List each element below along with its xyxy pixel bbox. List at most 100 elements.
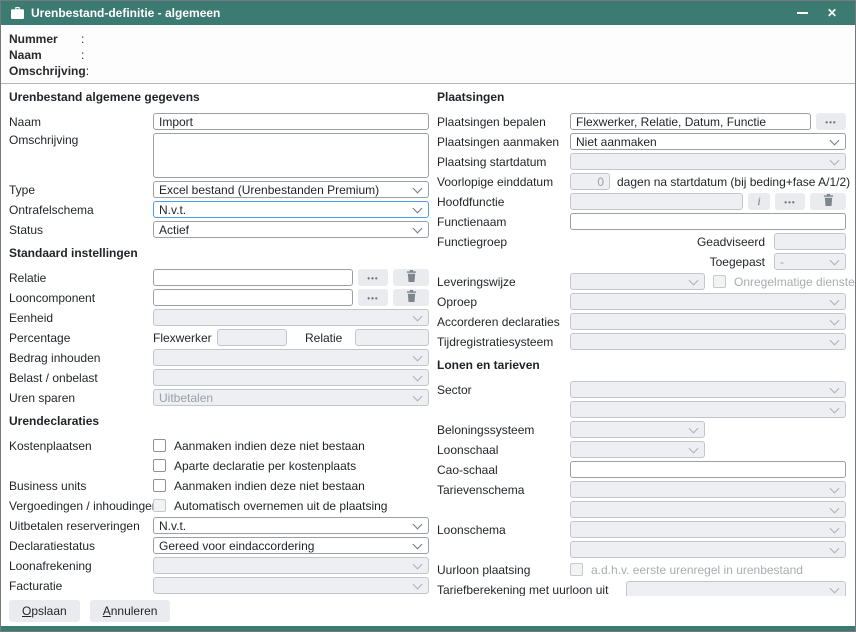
status-select[interactable]: Actief [153, 221, 429, 238]
tarievenschema-secondary-select[interactable] [570, 501, 846, 518]
field-tijdregistratiesysteem: Tijdregistratiesysteem [437, 333, 846, 350]
functienaam-input[interactable] [570, 213, 846, 230]
beloningssysteem-label: Beloningssysteem [437, 423, 570, 437]
voorlopige-einddatum-label: Voorlopige einddatum [437, 175, 570, 189]
chevron-down-icon [413, 223, 423, 233]
ellipsis-icon: ••• [367, 274, 378, 283]
chevron-down-icon [413, 351, 423, 361]
chevron-down-icon [830, 523, 840, 533]
uitbetalen-reserveringen-select[interactable]: N.v.t. [153, 517, 429, 534]
leveringswijze-select[interactable] [570, 273, 705, 290]
plaatsingen-aanmaken-select[interactable]: Niet aanmaken [570, 133, 846, 150]
plaatsing-startdatum-label: Plaatsing startdatum [437, 155, 570, 169]
nummer-separator: : [81, 32, 91, 46]
looncomponent-input[interactable] [153, 289, 353, 306]
field-hoofdfunctie: Hoofdfunctie i ••• [437, 193, 846, 210]
aparte-declaratie-checkbox[interactable] [153, 459, 166, 472]
loonafrekening-label: Loonafrekening [9, 559, 153, 573]
field-loonschema: Loonschema [437, 521, 846, 538]
sector-secondary-select[interactable] [570, 401, 846, 418]
toegepast-select-value: - [780, 255, 825, 269]
functiegroep-label: Functiegroep [437, 235, 570, 249]
loonafrekening-select[interactable] [153, 557, 429, 574]
belast-onbelast-select[interactable] [153, 369, 429, 386]
field-business-units: Business units Aanmaken indien deze niet… [9, 477, 429, 494]
accorderen-declaraties-select[interactable] [570, 313, 846, 330]
chevron-down-icon [830, 483, 840, 493]
plaatsingen-bepalen-browse-button[interactable]: ••• [816, 113, 846, 130]
chevron-down-icon [413, 183, 423, 193]
facturatie-label: Facturatie [9, 579, 153, 593]
close-button[interactable]: ✕ [817, 1, 847, 25]
eenheid-label: Eenheid [9, 311, 153, 325]
type-select[interactable]: Excel bestand (Urenbestanden Premium) [153, 181, 429, 198]
cao-schaal-input[interactable] [570, 461, 846, 478]
relatie-browse-button[interactable]: ••• [358, 269, 388, 286]
ontrafelschema-select[interactable]: N.v.t. [153, 201, 429, 218]
eenheid-select[interactable] [153, 309, 429, 326]
uurloon-plaatsing-label: Uurloon plaatsing [437, 563, 570, 577]
geadviseerd-input[interactable] [774, 233, 846, 250]
loonschaal-label: Loonschaal [437, 443, 570, 457]
hoofdfunctie-browse-button[interactable]: ••• [775, 193, 805, 210]
aparte-declaratie-checkbox-label: Aparte declaratie per kostenplaats [174, 459, 356, 473]
field-vergoedingen: Vergoedingen / inhoudingen Automatisch o… [9, 497, 429, 514]
functiegroep-toegepast-fields: Toegepast - [570, 253, 846, 270]
dialog-body: Urenbestand algemene gegevens Naam Impor… [1, 84, 855, 596]
voorlopige-einddatum-input[interactable]: 0 [570, 173, 610, 190]
kostenplaatsen-aanmaken-checkbox[interactable] [153, 439, 166, 452]
cancel-button[interactable]: Annuleren [90, 600, 171, 622]
toegepast-select[interactable]: - [774, 253, 846, 270]
relatie-clear-button[interactable] [393, 269, 429, 286]
tijdregistratiesysteem-select[interactable] [570, 333, 846, 350]
functiegroep-geadviseerd-fields: Geadviseerd [570, 233, 846, 250]
chevron-down-icon [689, 275, 699, 285]
hoofdfunctie-input[interactable] [570, 193, 743, 210]
percentage-flexwerker-input[interactable] [217, 329, 287, 346]
plaatsing-startdatum-select[interactable] [570, 153, 846, 170]
naam-label: Naam [9, 115, 153, 129]
chevron-down-icon [830, 335, 840, 345]
loonschaal-select[interactable] [570, 441, 705, 458]
hoofdfunctie-info-button[interactable]: i [748, 193, 770, 210]
uitbetalen-reserveringen-select-value: N.v.t. [159, 519, 408, 533]
naam-input-value: Import [159, 115, 423, 129]
button-bar: Opslaan Annuleren [1, 596, 855, 626]
uurloon-plaatsing-checkbox[interactable] [570, 563, 583, 576]
facturatie-select[interactable] [153, 577, 429, 594]
sector-select[interactable] [570, 381, 846, 398]
business-units-aanmaken-checkbox[interactable] [153, 479, 166, 492]
save-button[interactable]: Opslaan [9, 600, 80, 622]
looncomponent-label: Looncomponent [9, 291, 153, 305]
onregelmatige-diensten-checkbox[interactable] [713, 275, 726, 288]
uren-sparen-select[interactable]: Uitbetalen [153, 389, 429, 406]
beloningssysteem-select[interactable] [570, 421, 705, 438]
oproep-select[interactable] [570, 293, 846, 310]
bedrag-inhouden-select[interactable] [153, 349, 429, 366]
declaratiestatus-select[interactable]: Gereed voor eindaccordering [153, 537, 429, 554]
tarievenschema-select[interactable] [570, 481, 846, 498]
tariefberekening-select[interactable] [626, 581, 846, 596]
omschrijving-textarea[interactable] [153, 133, 429, 178]
looncomponent-browse-button[interactable]: ••• [358, 289, 388, 306]
looncomponent-clear-button[interactable] [393, 289, 429, 306]
chevron-down-icon [830, 315, 840, 325]
loonschema-select[interactable] [570, 521, 846, 538]
plaatsingen-bepalen-input[interactable]: Flexwerker, Relatie, Datum, Functie [570, 113, 811, 130]
chevron-down-icon [830, 255, 840, 265]
minimize-button[interactable] [787, 1, 817, 25]
close-icon: ✕ [827, 7, 837, 19]
loonschema-label: Loonschema [437, 523, 570, 537]
naam-input[interactable]: Import [153, 113, 429, 130]
field-plaatsingen-aanmaken: Plaatsingen aanmaken Niet aanmaken [437, 133, 846, 150]
oproep-label: Oproep [437, 295, 570, 309]
status-label: Status [9, 223, 153, 237]
loonschema-secondary-select[interactable] [570, 541, 846, 558]
chevron-down-icon [830, 543, 840, 553]
summary-row-nummer: Nummer : [9, 31, 847, 47]
field-cao-schaal: Cao-schaal [437, 461, 846, 478]
vergoedingen-overnemen-checkbox[interactable] [153, 499, 166, 512]
percentage-relatie-input[interactable] [355, 329, 429, 346]
relatie-input[interactable] [153, 269, 353, 286]
hoofdfunctie-clear-button[interactable] [810, 193, 846, 210]
